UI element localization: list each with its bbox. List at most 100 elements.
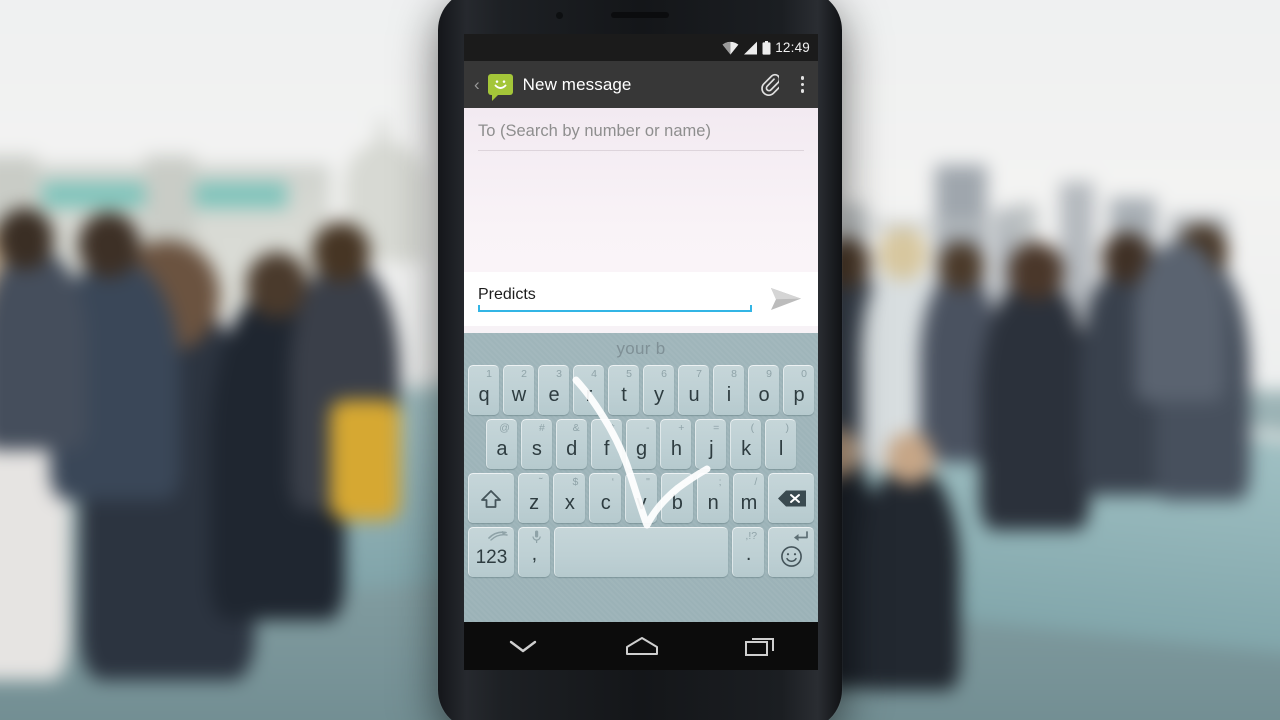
page-title: New message xyxy=(522,74,632,94)
key-y[interactable]: 6y xyxy=(643,365,674,415)
key-f-alt: * xyxy=(610,422,615,434)
chevron-down-icon[interactable] xyxy=(506,636,540,656)
recent-apps-icon[interactable] xyxy=(744,635,776,657)
suggestion-text: your b xyxy=(616,339,666,358)
numbers-key-label: 123 xyxy=(475,546,508,568)
backspace-key[interactable] xyxy=(768,473,815,523)
key-b[interactable]: :b xyxy=(660,473,693,523)
key-r[interactable]: 4r xyxy=(573,365,604,415)
key-b-alt: : xyxy=(682,476,686,488)
key-h-alt: + xyxy=(678,422,685,434)
battery-icon xyxy=(762,40,771,55)
key-e[interactable]: 3e xyxy=(538,365,569,415)
key-u-alt: 7 xyxy=(696,368,702,380)
key-k[interactable]: (k xyxy=(730,419,762,469)
period-key[interactable]: ,!? . xyxy=(732,527,765,577)
key-t[interactable]: 5t xyxy=(608,365,639,415)
key-d-label: d xyxy=(566,437,578,460)
key-y-label: y xyxy=(654,383,664,406)
status-bar-clock: 12:49 xyxy=(775,40,810,55)
key-n-label: n xyxy=(707,491,719,514)
message-input-value: Predicts xyxy=(478,286,536,303)
key-w-label: w xyxy=(511,383,527,406)
overflow-menu-icon[interactable] xyxy=(800,76,809,93)
key-b-label: b xyxy=(671,491,683,514)
key-q-alt: 1 xyxy=(486,368,492,380)
message-entry-row: Predicts xyxy=(464,272,818,326)
recipient-row[interactable]: To (Search by number or name) xyxy=(464,108,818,151)
key-u[interactable]: 7u xyxy=(678,365,709,415)
backpack xyxy=(330,400,400,520)
key-x[interactable]: $ x xyxy=(553,473,586,523)
enter-return-icon xyxy=(793,531,808,541)
person-head xyxy=(878,228,928,280)
key-j[interactable]: = j xyxy=(695,419,727,469)
comma-key[interactable]: , xyxy=(517,527,550,577)
message-input-underline xyxy=(478,305,752,312)
key-z[interactable]: ˜ z xyxy=(517,473,550,523)
status-bar: 12:49 xyxy=(464,34,818,61)
key-y-alt: 6 xyxy=(661,368,667,380)
smiley-face-icon xyxy=(494,80,507,89)
key-c-alt: ‘ xyxy=(611,476,615,488)
emoji-key[interactable] xyxy=(768,527,814,577)
back-chevron-icon[interactable]: ‹ xyxy=(474,76,480,93)
key-x-label: x xyxy=(564,491,575,514)
shift-key[interactable] xyxy=(467,473,514,523)
key-h[interactable]: + h xyxy=(660,419,692,469)
key-k-alt: ( xyxy=(750,422,755,434)
key-m[interactable]: / m xyxy=(732,473,765,523)
bridge-span xyxy=(840,222,1036,229)
space-key[interactable] xyxy=(553,527,729,577)
key-q[interactable]: 1q xyxy=(468,365,499,415)
key-o[interactable]: 9o xyxy=(748,365,779,415)
key-r-label: r xyxy=(585,383,593,406)
numbers-key[interactable]: 123 xyxy=(468,527,514,577)
period-key-label: . xyxy=(745,542,752,565)
suggestion-bar[interactable]: your b xyxy=(464,333,818,365)
key-z-label: z xyxy=(529,491,540,514)
keyboard-row-3: ˜ z $ x ‘c " v :b ; n / m xyxy=(464,473,818,523)
key-i[interactable]: 8i xyxy=(713,365,744,415)
backspace-icon xyxy=(777,490,806,507)
key-s-alt: # xyxy=(538,422,545,434)
key-n-alt: ; xyxy=(718,476,722,488)
recipient-input[interactable]: To (Search by number or name) xyxy=(478,122,804,151)
send-button[interactable] xyxy=(760,286,812,312)
key-g[interactable]: -g xyxy=(625,419,657,469)
home-icon[interactable] xyxy=(624,635,660,657)
key-o-alt: 9 xyxy=(766,368,772,380)
key-l[interactable]: ) l xyxy=(765,419,797,469)
key-d[interactable]: & d xyxy=(555,419,587,469)
person-silhouette xyxy=(0,250,87,450)
key-n[interactable]: ; n xyxy=(696,473,729,523)
key-d-alt: & xyxy=(572,422,580,434)
person-silhouette xyxy=(1135,242,1225,402)
message-input[interactable]: Predicts xyxy=(478,286,760,312)
wifi-icon xyxy=(722,41,739,54)
key-g-label: g xyxy=(635,437,648,460)
paperclip-icon[interactable] xyxy=(760,73,779,97)
microphone-icon xyxy=(532,530,541,543)
app-action-bar: ‹ New message xyxy=(464,61,818,108)
key-w[interactable]: 2w xyxy=(503,365,534,415)
shift-arrow-icon xyxy=(481,489,502,508)
period-key-alt: ,!? xyxy=(745,530,758,542)
key-j-alt: = xyxy=(713,422,720,434)
key-m-alt: / xyxy=(754,476,758,488)
key-c[interactable]: ‘c xyxy=(589,473,622,523)
key-s[interactable]: # s xyxy=(520,419,552,469)
person-head xyxy=(1008,242,1064,300)
keyboard-row-1: 1q 2w 3e 4r 5t 6y 7u 8i 9o 0p xyxy=(464,365,818,415)
cellular-signal-icon xyxy=(744,41,758,54)
key-j-label: j xyxy=(709,437,714,460)
key-p[interactable]: 0p xyxy=(783,365,814,415)
key-q-label: q xyxy=(478,383,490,406)
key-v[interactable]: " v xyxy=(625,473,657,523)
person-head xyxy=(886,432,934,484)
person-head xyxy=(938,242,984,290)
key-a[interactable]: @ a xyxy=(486,419,517,469)
key-s-label: s xyxy=(531,437,542,460)
key-f[interactable]: * f xyxy=(590,419,622,469)
key-w-alt: 2 xyxy=(521,368,527,380)
